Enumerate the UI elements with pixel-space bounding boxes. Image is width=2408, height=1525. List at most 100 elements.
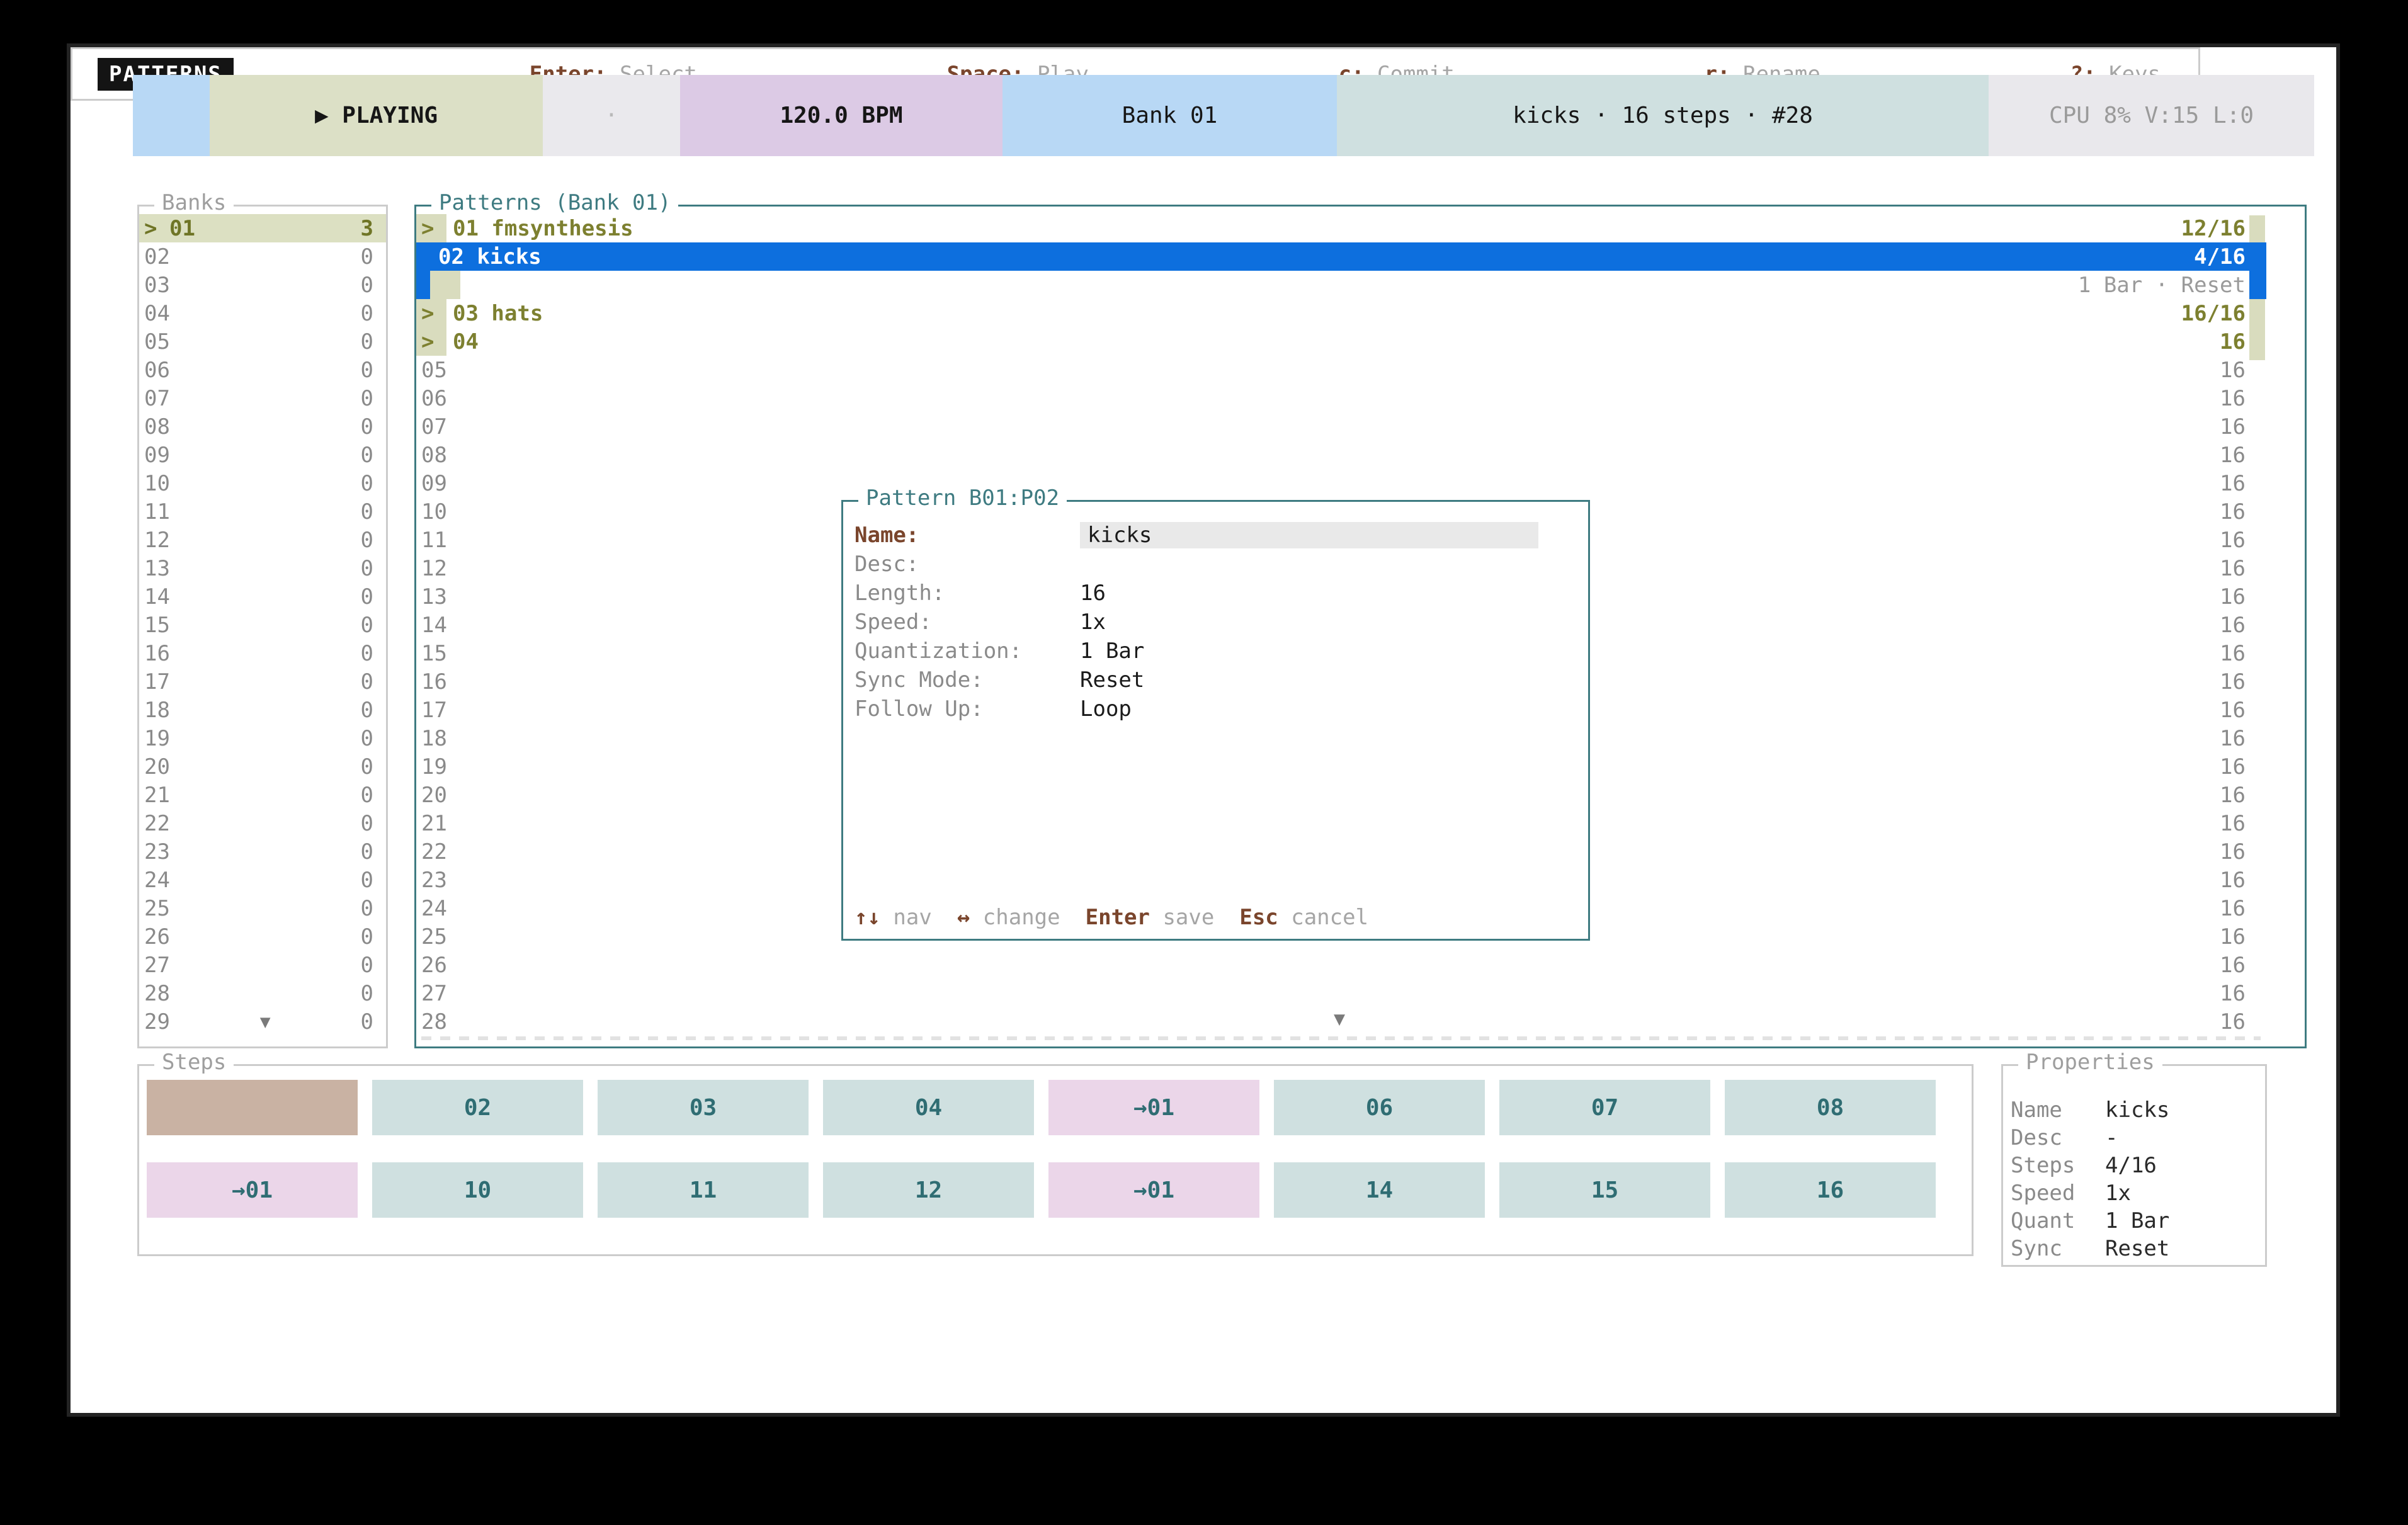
dialog-field-label: Follow Up: xyxy=(855,696,1080,722)
bank-row-15[interactable]: 150 xyxy=(139,611,386,639)
step-number: 08 xyxy=(1817,1095,1844,1121)
bank-number: 18 xyxy=(139,698,170,723)
step-cell-10[interactable]: 10 xyxy=(372,1162,583,1218)
bank-pattern-count: 0 xyxy=(361,329,386,354)
dialog-field-speed[interactable]: Speed:1x xyxy=(855,608,1578,637)
pattern-sub-info: 1 Bar · Reset xyxy=(2078,273,2246,298)
bank-row-02[interactable]: 020 xyxy=(139,242,386,271)
bank-pattern-count: 0 xyxy=(361,1009,386,1035)
selection-gutter-block xyxy=(416,271,430,299)
pattern-row-07[interactable]: 0716 xyxy=(416,412,2266,441)
pattern-steps-value: 16 xyxy=(2220,499,2266,524)
dialog-field-followup[interactable]: Follow Up:Loop xyxy=(855,694,1578,723)
property-label: Name xyxy=(2011,1097,2105,1123)
step-cell-09[interactable]: →01 xyxy=(147,1162,358,1218)
dialog-field-length[interactable]: Length:16 xyxy=(855,579,1578,608)
dialog-field-quantization[interactable]: Quantization:1 Bar xyxy=(855,637,1578,666)
step-number: 04 xyxy=(915,1095,942,1121)
bank-number: 10 xyxy=(139,471,170,496)
bank-row-21[interactable]: 210 xyxy=(139,781,386,809)
step-cell-03[interactable]: 03 xyxy=(598,1080,809,1135)
bank-row-09[interactable]: 090 xyxy=(139,441,386,469)
bank-pattern-count: 0 xyxy=(361,726,386,751)
step-cell-08[interactable]: 08 xyxy=(1725,1080,1936,1135)
pattern-row-04[interactable]: >0416 xyxy=(416,327,2266,356)
bank-row-05[interactable]: 050 xyxy=(139,327,386,356)
pattern-row-26[interactable]: 2616 xyxy=(416,951,2266,979)
topbar-separator: · xyxy=(543,75,680,156)
bank-row-26[interactable]: 260 xyxy=(139,922,386,951)
bank-pattern-count: 0 xyxy=(361,301,386,326)
bank-pattern-count: 0 xyxy=(361,811,386,836)
pattern-row-01[interactable]: >01 fmsynthesis12/16 xyxy=(416,214,2266,242)
pattern-row-08[interactable]: 0816 xyxy=(416,441,2266,469)
step-cell-07[interactable]: 07 xyxy=(1499,1080,1710,1135)
dialog-name-input[interactable]: kicks xyxy=(1080,522,1538,548)
patterns-scroll-more-icon[interactable]: ▼ xyxy=(416,1008,2263,1030)
bank-row-18[interactable]: 180 xyxy=(139,696,386,724)
step-cell-12[interactable]: 12 xyxy=(823,1162,1034,1218)
bank-number: 07 xyxy=(139,386,170,411)
pattern-row-09[interactable]: 0916 xyxy=(416,469,2266,497)
step-jump-label: →01 xyxy=(1133,1177,1174,1203)
step-cell-04[interactable]: 04 xyxy=(823,1080,1034,1135)
pattern-row-02-selected[interactable]: 02 kicks4/16 xyxy=(416,242,2266,271)
bank-row-19[interactable]: 190 xyxy=(139,724,386,752)
bank-row-27[interactable]: 270 xyxy=(139,951,386,979)
step-cell-14[interactable]: 14 xyxy=(1274,1162,1485,1218)
bank-row-11[interactable]: 110 xyxy=(139,497,386,526)
bank-row-14[interactable]: 140 xyxy=(139,582,386,611)
bank-row-04[interactable]: 040 xyxy=(139,299,386,327)
bank-row-23[interactable]: 230 xyxy=(139,837,386,866)
dialog-field-syncmode[interactable]: Sync Mode:Reset xyxy=(855,666,1578,694)
step-cell-02[interactable]: 02 xyxy=(372,1080,583,1135)
bank-row-22[interactable]: 220 xyxy=(139,809,386,837)
pattern-row-05[interactable]: 0516 xyxy=(416,356,2266,384)
step-cell-01[interactable] xyxy=(147,1080,358,1135)
bank-row-29[interactable]: 29▼0 xyxy=(139,1007,386,1036)
bank-row-16[interactable]: 160 xyxy=(139,639,386,667)
pattern-row-27[interactable]: 2716 xyxy=(416,979,2266,1007)
property-label: Speed xyxy=(2011,1181,2105,1206)
bank-row-24[interactable]: 240 xyxy=(139,866,386,894)
bank-pattern-count: 0 xyxy=(361,754,386,780)
pattern-info-display: kicks · 16 steps · #28 xyxy=(1337,75,1989,156)
bank-row-01[interactable]: >013 xyxy=(139,214,386,242)
pattern-row-06[interactable]: 0616 xyxy=(416,384,2266,412)
bank-row-13[interactable]: 130 xyxy=(139,554,386,582)
dialog-field-desc[interactable]: Desc: xyxy=(855,550,1578,579)
dialog-field-value: 1x xyxy=(1080,609,1106,635)
pattern-steps-value: 4/16 xyxy=(2194,244,2266,269)
step-cell-11[interactable]: 11 xyxy=(598,1162,809,1218)
pattern-number: 24 xyxy=(416,896,447,921)
bank-row-12[interactable]: 120 xyxy=(139,526,386,554)
bank-row-20[interactable]: 200 xyxy=(139,752,386,781)
bank-row-10[interactable]: 100 xyxy=(139,469,386,497)
bank-row-17[interactable]: 170 xyxy=(139,667,386,696)
bank-row-07[interactable]: 070 xyxy=(139,384,386,412)
property-row-name: Namekicks xyxy=(2011,1096,2265,1124)
step-cell-13[interactable]: →01 xyxy=(1048,1162,1259,1218)
step-cell-16[interactable]: 16 xyxy=(1725,1162,1936,1218)
bank-pattern-count: 0 xyxy=(361,924,386,950)
bank-row-06[interactable]: 060 xyxy=(139,356,386,384)
pattern-number: 09 xyxy=(416,471,447,496)
step-cell-05[interactable]: →01 xyxy=(1048,1080,1259,1135)
dialog-field-name[interactable]: Name:kicks xyxy=(855,521,1578,550)
pattern-steps-value: 16 xyxy=(2220,613,2266,638)
step-cell-06[interactable]: 06 xyxy=(1274,1080,1485,1135)
bank-row-28[interactable]: 280 xyxy=(139,979,386,1007)
banks-scroll-more-icon[interactable]: ▼ xyxy=(170,1011,361,1032)
bank-pattern-count: 0 xyxy=(361,584,386,609)
bank-row-03[interactable]: 030 xyxy=(139,271,386,299)
bank-row-08[interactable]: 080 xyxy=(139,412,386,441)
step-cell-15[interactable]: 15 xyxy=(1499,1162,1710,1218)
bank-number: 02 xyxy=(139,244,170,269)
bank-pattern-count: 0 xyxy=(361,499,386,524)
dialog-hint-nav: ↑↓ nav xyxy=(855,905,932,930)
steps-panel: Steps 020304→01060708→01101112→01141516 xyxy=(137,1064,1974,1256)
pattern-number: 11 xyxy=(416,528,447,553)
bank-row-25[interactable]: 250 xyxy=(139,894,386,922)
pattern-row-03[interactable]: >03 hats16/16 xyxy=(416,299,2266,327)
pattern-label: 01 fmsynthesis xyxy=(453,216,633,241)
